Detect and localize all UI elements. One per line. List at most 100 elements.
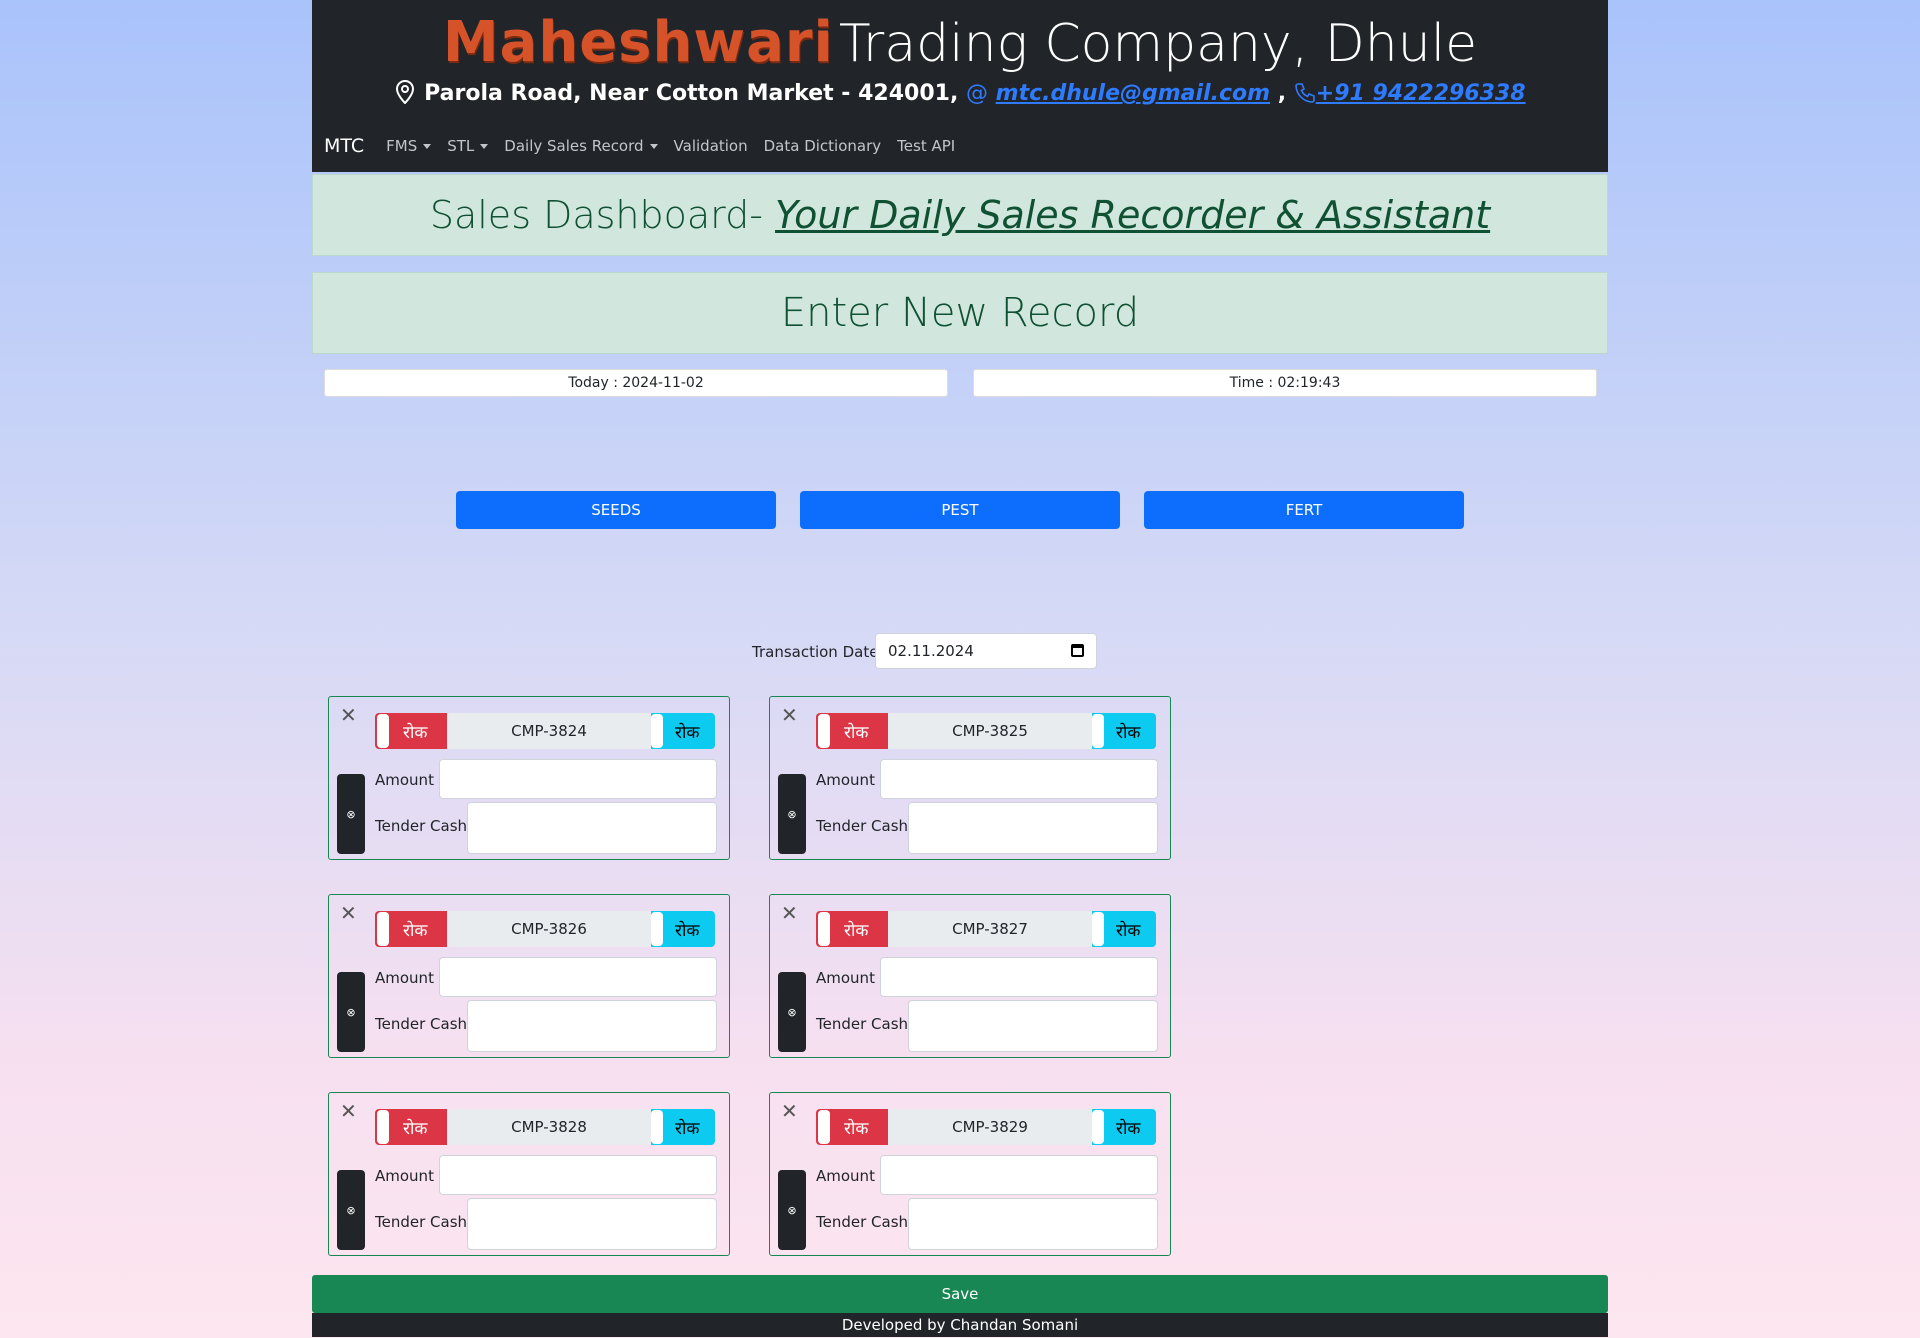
- record-card: ✕ रोक CMP-3827 रोक ⊗ Amount Tender Cash: [769, 894, 1171, 1058]
- tender-cash-label: Tender Cash: [816, 1213, 909, 1231]
- right-toggle[interactable]: रोक: [1092, 713, 1156, 749]
- phone-link[interactable]: +91 9422296338: [1316, 81, 1526, 106]
- right-toggle[interactable]: रोक: [1092, 1109, 1156, 1145]
- close-icon[interactable]: ✕: [781, 1099, 798, 1123]
- company-title: Maheshwari Trading Company, Dhule: [312, 10, 1608, 75]
- fert-button[interactable]: FERT: [1144, 491, 1464, 529]
- left-toggle[interactable]: रोक: [375, 713, 447, 749]
- toggle-switch[interactable]: [1092, 1110, 1104, 1144]
- amount-input[interactable]: [880, 759, 1158, 799]
- tender-cash-input[interactable]: [467, 1000, 717, 1052]
- form-heading: Enter New Record: [312, 272, 1608, 354]
- toggle-switch[interactable]: [818, 912, 830, 946]
- right-toggle-label: रोक: [1116, 1118, 1141, 1139]
- toggle-switch[interactable]: [818, 714, 830, 748]
- tender-cash-label: Tender Cash: [375, 1015, 468, 1033]
- main-navbar: MTC FMS STL Daily Sales Record Validatio…: [324, 126, 1608, 166]
- left-toggle[interactable]: रोक: [375, 911, 447, 947]
- toggle-switch[interactable]: [377, 912, 389, 946]
- side-action-button[interactable]: ⊗: [778, 1170, 806, 1250]
- transaction-date-input[interactable]: 02.11.2024: [875, 633, 1097, 669]
- address-text: Parola Road, Near Cotton Market - 424001…: [424, 81, 959, 106]
- product-code: CMP-3824: [447, 713, 651, 749]
- amount-input[interactable]: [439, 957, 717, 997]
- dashboard-banner: Sales Dashboard- Your Daily Sales Record…: [312, 174, 1608, 256]
- amount-label: Amount: [375, 771, 434, 789]
- side-action-button[interactable]: ⊗: [778, 972, 806, 1052]
- toggle-switch[interactable]: [651, 912, 663, 946]
- left-toggle-label: रोक: [844, 1118, 869, 1139]
- toggle-switch[interactable]: [377, 1110, 389, 1144]
- amount-label: Amount: [816, 969, 875, 987]
- left-toggle-label: रोक: [844, 722, 869, 743]
- side-action-button[interactable]: ⊗: [337, 972, 365, 1052]
- seeds-button[interactable]: SEEDS: [456, 491, 776, 529]
- amount-label: Amount: [375, 1167, 434, 1185]
- left-toggle[interactable]: रोक: [816, 1109, 888, 1145]
- close-icon[interactable]: ✕: [340, 703, 357, 727]
- nav-item-data-dictionary[interactable]: Data Dictionary: [764, 137, 882, 155]
- product-toggle-group: रोक CMP-3824 रोक: [375, 713, 715, 749]
- email-link[interactable]: mtc.dhule@gmail.com: [996, 81, 1270, 106]
- nav-item-label: Daily Sales Record: [504, 137, 644, 155]
- nav-brand[interactable]: MTC: [324, 135, 364, 157]
- toggle-switch[interactable]: [651, 1110, 663, 1144]
- toggle-switch[interactable]: [818, 1110, 830, 1144]
- amount-input[interactable]: [439, 1155, 717, 1195]
- close-icon[interactable]: ✕: [781, 901, 798, 925]
- side-action-button[interactable]: ⊗: [337, 774, 365, 854]
- contact-separator: ,: [1277, 81, 1287, 106]
- right-toggle[interactable]: रोक: [651, 1109, 715, 1145]
- record-card: ✕ रोक CMP-3826 रोक ⊗ Amount Tender Cash: [328, 894, 730, 1058]
- product-code: CMP-3828: [447, 1109, 651, 1145]
- amount-input[interactable]: [880, 957, 1158, 997]
- right-toggle-label: रोक: [675, 722, 700, 743]
- amount-input[interactable]: [439, 759, 717, 799]
- nav-item-validation[interactable]: Validation: [674, 137, 748, 155]
- calendar-icon[interactable]: [1071, 644, 1084, 657]
- right-toggle[interactable]: रोक: [651, 911, 715, 947]
- brand-highlight: Maheshwari: [442, 10, 834, 75]
- side-action-button[interactable]: ⊗: [778, 774, 806, 854]
- nav-item-test-api[interactable]: Test API: [897, 137, 955, 155]
- amount-label: Amount: [375, 969, 434, 987]
- right-toggle[interactable]: रोक: [1092, 911, 1156, 947]
- nav-item-fms[interactable]: FMS: [386, 137, 432, 155]
- brand-rest: Trading Company, Dhule: [838, 14, 1478, 74]
- record-card: ✕ रोक CMP-3828 रोक ⊗ Amount Tender Cash: [328, 1092, 730, 1256]
- product-toggle-group: रोक CMP-3829 रोक: [816, 1109, 1156, 1145]
- amount-label: Amount: [816, 1167, 875, 1185]
- tender-cash-input[interactable]: [908, 802, 1158, 854]
- nav-item-stl[interactable]: STL: [447, 137, 489, 155]
- transaction-date-label: Transaction Date: [752, 643, 879, 661]
- tender-cash-input[interactable]: [467, 802, 717, 854]
- left-toggle[interactable]: रोक: [816, 911, 888, 947]
- nav-item-daily-sales-record[interactable]: Daily Sales Record: [504, 137, 658, 155]
- left-toggle[interactable]: रोक: [375, 1109, 447, 1145]
- caret-down-icon: [649, 143, 658, 149]
- left-toggle[interactable]: रोक: [816, 713, 888, 749]
- right-toggle[interactable]: रोक: [651, 713, 715, 749]
- save-button[interactable]: Save: [312, 1275, 1608, 1313]
- toggle-switch[interactable]: [651, 714, 663, 748]
- product-toggle-group: रोक CMP-3826 रोक: [375, 911, 715, 947]
- side-action-button[interactable]: ⊗: [337, 1170, 365, 1250]
- toggle-switch[interactable]: [1092, 714, 1104, 748]
- contact-line: Parola Road, Near Cotton Market - 424001…: [312, 79, 1608, 110]
- close-icon[interactable]: ✕: [340, 1099, 357, 1123]
- product-toggle-group: रोक CMP-3827 रोक: [816, 911, 1156, 947]
- tender-cash-input[interactable]: [908, 1198, 1158, 1250]
- product-code: CMP-3829: [888, 1109, 1092, 1145]
- phone-icon: [1294, 82, 1316, 110]
- tender-cash-label: Tender Cash: [375, 1213, 468, 1231]
- toggle-switch[interactable]: [377, 714, 389, 748]
- close-icon[interactable]: ✕: [781, 703, 798, 727]
- tender-cash-input[interactable]: [467, 1198, 717, 1250]
- close-icon[interactable]: ✕: [340, 901, 357, 925]
- tender-cash-input[interactable]: [908, 1000, 1158, 1052]
- pest-button[interactable]: PEST: [800, 491, 1120, 529]
- product-code: CMP-3826: [447, 911, 651, 947]
- amount-input[interactable]: [880, 1155, 1158, 1195]
- toggle-switch[interactable]: [1092, 912, 1104, 946]
- right-toggle-label: रोक: [1116, 920, 1141, 941]
